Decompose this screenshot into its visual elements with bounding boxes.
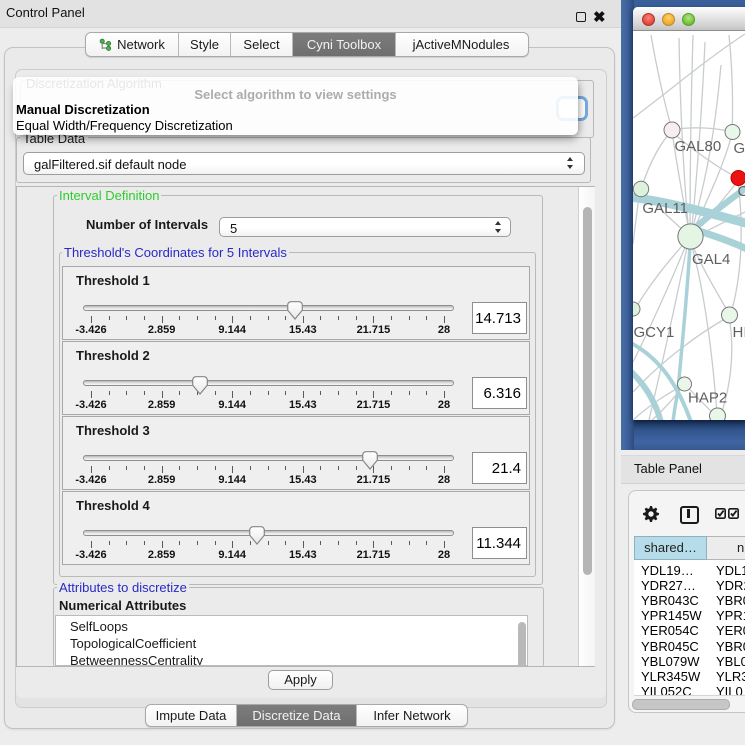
svg-text:GA: GA	[734, 140, 745, 157]
svg-text:HAP2: HAP2	[688, 390, 727, 407]
svg-text:GAL4: GAL4	[692, 251, 730, 268]
svg-text:C: C	[738, 183, 745, 200]
svg-text:HI: HI	[733, 324, 745, 341]
svg-text:GAL11: GAL11	[642, 200, 688, 217]
svg-text:GCY1: GCY1	[634, 324, 675, 341]
svg-text:GAL80: GAL80	[675, 138, 722, 155]
